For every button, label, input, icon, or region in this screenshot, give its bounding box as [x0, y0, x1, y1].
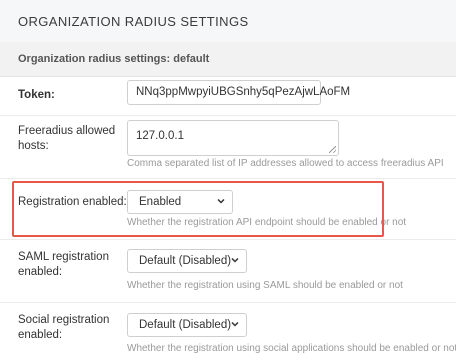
section-title: ORGANIZATION RADIUS SETTINGS	[18, 14, 249, 29]
saml-registration-label: SAML registration enabled:	[18, 250, 109, 280]
saml-registration-help: Whether the registration using SAML shou…	[127, 280, 403, 291]
token-row: Token: NNq3ppMwpyiUBGSnhy5qPezAjwLAoFM	[0, 77, 456, 116]
chevron-down-icon	[231, 321, 239, 327]
social-registration-help: Whether the registration using social ap…	[127, 343, 456, 354]
social-registration-select[interactable]: Default (Disabled)	[127, 313, 247, 337]
social-registration-row: Social registration enabled: Default (Di…	[0, 303, 456, 360]
freeradius-hosts-row: Freeradius allowed hosts: 127.0.0.1 Comm…	[0, 116, 456, 179]
social-registration-value: Default (Disabled)	[139, 319, 232, 331]
chevron-down-icon	[231, 257, 239, 263]
freeradius-hosts-textarea[interactable]: 127.0.0.1	[127, 120, 339, 156]
social-registration-label: Social registration enabled:	[18, 313, 109, 343]
saml-registration-label-line2: enabled:	[18, 266, 63, 278]
freeradius-hosts-label-line1: Freeradius allowed	[18, 125, 116, 137]
freeradius-hosts-label-line2: hosts:	[18, 140, 49, 152]
settings-section-header: ORGANIZATION RADIUS SETTINGS	[0, 0, 456, 43]
token-value: NNq3ppMwpyiUBGSnhy5qPezAjwLAoFM	[136, 86, 351, 98]
saml-registration-row: SAML registration enabled: Default (Disa…	[0, 240, 456, 303]
social-registration-label-line1: Social registration	[18, 314, 110, 326]
saml-registration-select[interactable]: Default (Disabled)	[127, 249, 247, 273]
social-registration-label-line2: enabled:	[18, 329, 63, 341]
token-label: Token:	[18, 89, 55, 101]
saml-registration-label-line1: SAML registration	[18, 251, 109, 263]
freeradius-hosts-label: Freeradius allowed hosts:	[18, 124, 115, 154]
freeradius-hosts-help: Comma separated list of IP addresses all…	[127, 158, 444, 169]
settings-subsection-header: Organization radius settings: default	[0, 42, 456, 77]
freeradius-hosts-value: 127.0.0.1	[136, 130, 184, 142]
token-input[interactable]: NNq3ppMwpyiUBGSnhy5qPezAjwLAoFM	[127, 80, 350, 105]
resize-grip-icon[interactable]	[329, 146, 336, 153]
subsection-title: Organization radius settings: default	[18, 53, 210, 65]
registration-highlight-box	[12, 181, 384, 237]
saml-registration-value: Default (Disabled)	[139, 255, 232, 267]
